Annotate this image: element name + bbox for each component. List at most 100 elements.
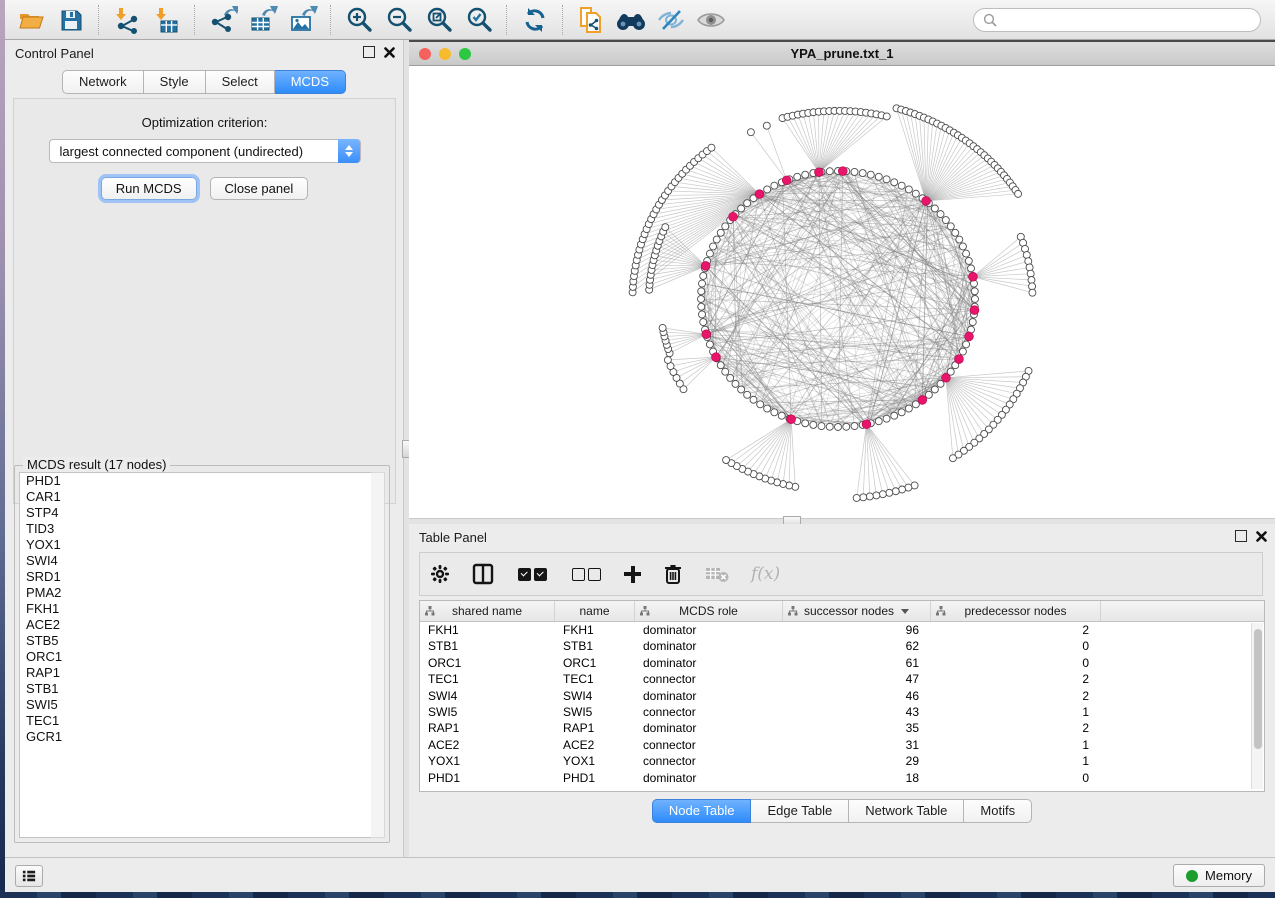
mcds-result-node[interactable]: PMA2 bbox=[20, 585, 372, 601]
table-cell[interactable]: 18 bbox=[783, 770, 931, 786]
tab-mcds[interactable]: MCDS bbox=[275, 70, 346, 94]
table-cell[interactable]: SWI5 bbox=[555, 704, 635, 720]
table-cell[interactable]: dominator bbox=[635, 770, 783, 786]
table-row[interactable]: YOX1YOX1connector291 bbox=[420, 753, 1264, 769]
select-all-rows-icon[interactable] bbox=[516, 559, 548, 589]
mcds-result-node[interactable]: SRD1 bbox=[20, 569, 372, 585]
export-table-icon[interactable] bbox=[243, 4, 283, 36]
table-cell[interactable]: dominator bbox=[635, 622, 783, 638]
network-graph[interactable] bbox=[409, 66, 1275, 518]
table-row[interactable]: STB1STB1dominator620 bbox=[420, 638, 1264, 654]
zoom-fit-icon[interactable] bbox=[419, 4, 459, 36]
table-row[interactable]: ACE2ACE2connector311 bbox=[420, 737, 1264, 753]
table-cell[interactable]: 35 bbox=[783, 720, 931, 736]
table-cell[interactable]: TEC1 bbox=[420, 671, 555, 687]
mcds-result-node[interactable]: ACE2 bbox=[20, 617, 372, 633]
table-cell[interactable]: STB1 bbox=[420, 638, 555, 654]
table-cell[interactable]: 0 bbox=[931, 638, 1101, 654]
table-row[interactable]: SWI5SWI5connector431 bbox=[420, 704, 1264, 720]
tab-select[interactable]: Select bbox=[206, 70, 275, 94]
import-network-icon[interactable] bbox=[107, 4, 147, 36]
zoom-out-icon[interactable] bbox=[379, 4, 419, 36]
table-cell[interactable]: dominator bbox=[635, 638, 783, 654]
table-cell[interactable]: FKH1 bbox=[555, 622, 635, 638]
table-cell[interactable]: 2 bbox=[931, 622, 1101, 638]
column-header-shared-name[interactable]: shared name bbox=[420, 601, 555, 621]
delete-column-icon[interactable] bbox=[663, 559, 683, 589]
mcds-result-node[interactable]: GCR1 bbox=[20, 729, 372, 745]
table-cell[interactable]: 96 bbox=[783, 622, 931, 638]
table-cell[interactable]: 31 bbox=[783, 737, 931, 753]
mcds-result-node[interactable]: RAP1 bbox=[20, 665, 372, 681]
table-cell[interactable]: connector bbox=[635, 753, 783, 769]
search-field[interactable] bbox=[973, 8, 1261, 32]
open-file-icon[interactable] bbox=[11, 4, 51, 36]
deselect-all-rows-icon[interactable] bbox=[570, 559, 602, 589]
table-cell[interactable]: SWI5 bbox=[420, 704, 555, 720]
export-image-icon[interactable] bbox=[283, 4, 323, 36]
search-input[interactable] bbox=[1003, 12, 1260, 28]
table-scrollbar[interactable] bbox=[1251, 623, 1263, 789]
table-row[interactable]: ORC1ORC1dominator610 bbox=[420, 655, 1264, 671]
float-panel-icon[interactable] bbox=[363, 46, 375, 58]
network-window-titlebar[interactable]: YPA_prune.txt_1 bbox=[409, 42, 1275, 66]
table-cell[interactable]: 61 bbox=[783, 655, 931, 671]
table-cell[interactable]: 46 bbox=[783, 688, 931, 704]
table-cell[interactable]: 2 bbox=[931, 688, 1101, 704]
table-cell[interactable]: ACE2 bbox=[420, 737, 555, 753]
table-cell[interactable]: ACE2 bbox=[555, 737, 635, 753]
window-close-icon[interactable] bbox=[419, 48, 431, 60]
table-cell[interactable]: 0 bbox=[931, 770, 1101, 786]
clone-network-icon[interactable] bbox=[571, 4, 611, 36]
table-cell[interactable]: connector bbox=[635, 671, 783, 687]
table-row[interactable]: RAP1RAP1dominator352 bbox=[420, 720, 1264, 736]
table-cell[interactable]: connector bbox=[635, 737, 783, 753]
table-cell[interactable]: 0 bbox=[931, 655, 1101, 671]
network-canvas[interactable] bbox=[409, 66, 1275, 518]
zoom-selected-icon[interactable] bbox=[459, 4, 499, 36]
table-cell[interactable]: 47 bbox=[783, 671, 931, 687]
float-table-panel-icon[interactable] bbox=[1235, 530, 1247, 542]
tab-motifs[interactable]: Motifs bbox=[964, 799, 1032, 823]
table-cell[interactable]: RAP1 bbox=[555, 720, 635, 736]
table-cell[interactable]: FKH1 bbox=[420, 622, 555, 638]
table-cell[interactable]: PHD1 bbox=[420, 770, 555, 786]
table-cell[interactable]: RAP1 bbox=[420, 720, 555, 736]
refresh-view-icon[interactable] bbox=[515, 4, 555, 36]
memory-button[interactable]: Memory bbox=[1173, 864, 1265, 887]
table-cell[interactable]: ORC1 bbox=[420, 655, 555, 671]
mcds-result-node[interactable]: PHD1 bbox=[20, 473, 372, 489]
table-cell[interactable]: YOX1 bbox=[420, 753, 555, 769]
zoom-in-icon[interactable] bbox=[339, 4, 379, 36]
mcds-result-node[interactable]: TID3 bbox=[20, 521, 372, 537]
table-cell[interactable]: 62 bbox=[783, 638, 931, 654]
table-cell[interactable]: ORC1 bbox=[555, 655, 635, 671]
table-row[interactable]: FKH1FKH1dominator962 bbox=[420, 622, 1264, 638]
mcds-result-node[interactable]: SWI4 bbox=[20, 553, 372, 569]
table-row[interactable]: TEC1TEC1connector472 bbox=[420, 671, 1264, 687]
table-cell[interactable]: SWI4 bbox=[420, 688, 555, 704]
table-cell[interactable]: 2 bbox=[931, 671, 1101, 687]
table-cell[interactable]: 1 bbox=[931, 704, 1101, 720]
table-cell[interactable]: SWI4 bbox=[555, 688, 635, 704]
settings-gear-icon[interactable] bbox=[430, 559, 450, 589]
find-network-icon[interactable] bbox=[611, 4, 651, 36]
tab-style[interactable]: Style bbox=[144, 70, 206, 94]
table-row[interactable]: SWI4SWI4dominator462 bbox=[420, 688, 1264, 704]
column-header-successor-nodes[interactable]: successor nodes bbox=[783, 601, 931, 621]
table-cell[interactable]: 29 bbox=[783, 753, 931, 769]
mcds-result-node[interactable]: YOX1 bbox=[20, 537, 372, 553]
table-cell[interactable]: 2 bbox=[931, 720, 1101, 736]
table-cell[interactable]: TEC1 bbox=[555, 671, 635, 687]
show-all-icon[interactable] bbox=[691, 4, 731, 36]
save-session-icon[interactable] bbox=[51, 4, 91, 36]
mcds-result-node[interactable]: STB1 bbox=[20, 681, 372, 697]
table-cell[interactable]: 1 bbox=[931, 753, 1101, 769]
column-layout-icon[interactable] bbox=[472, 559, 494, 589]
import-table-icon[interactable] bbox=[147, 4, 187, 36]
window-minimize-icon[interactable] bbox=[439, 48, 451, 60]
table-cell[interactable]: connector bbox=[635, 704, 783, 720]
table-row[interactable]: PHD1PHD1dominator180 bbox=[420, 770, 1264, 786]
mcds-result-node[interactable]: SWI5 bbox=[20, 697, 372, 713]
close-panel-icon[interactable] bbox=[384, 47, 395, 58]
